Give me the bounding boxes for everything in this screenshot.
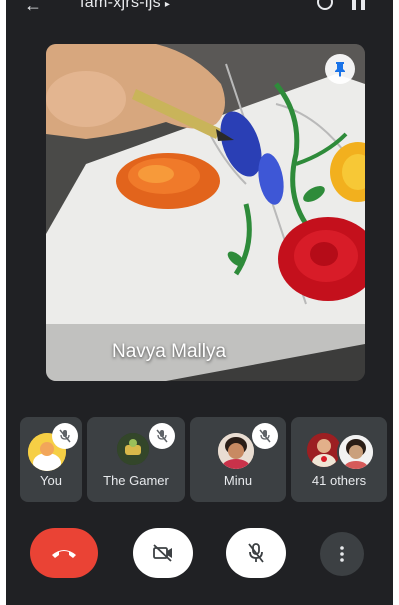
mic-toggle-button[interactable] — [226, 528, 286, 578]
muted-badge — [52, 423, 78, 449]
muted-badge — [252, 423, 278, 449]
muted-badge — [149, 423, 175, 449]
participant-tile-you[interactable]: You — [20, 417, 82, 502]
meeting-code-button[interactable]: fam-xjrs-ijs ▸ — [80, 0, 170, 12]
avatar-image — [218, 433, 254, 469]
mic-off-icon — [248, 543, 264, 563]
participant-name: 41 others — [311, 473, 367, 488]
avatar-image — [339, 435, 373, 469]
camera-off-icon — [153, 544, 172, 562]
shared-video-feed — [46, 44, 365, 381]
pin-button[interactable] — [325, 54, 355, 84]
chevron-right-icon: ▸ — [164, 0, 171, 10]
arrow-back-icon[interactable]: ← — [24, 0, 42, 14]
avatar-image — [307, 433, 341, 467]
meeting-code: fam-xjrs-ijs — [80, 0, 161, 11]
more-vert-icon — [340, 546, 344, 562]
main-video-tile[interactable]: Navya Mallya — [46, 44, 365, 381]
camera-toggle-button[interactable] — [133, 528, 193, 578]
participant-name: The Gamer — [103, 473, 169, 488]
mic-off-icon — [156, 429, 168, 443]
mic-off-icon — [59, 429, 71, 443]
participant-tile-minu[interactable]: Minu — [190, 417, 286, 502]
participant-tile-others[interactable]: 41 others — [291, 417, 387, 502]
participant-tile-the-gamer[interactable]: The Gamer — [87, 417, 185, 502]
end-call-icon — [52, 550, 76, 558]
more-options-button[interactable] — [320, 532, 364, 576]
call-controls — [6, 522, 393, 582]
presenter-name: Navya Mallya — [112, 341, 227, 362]
end-call-button[interactable] — [30, 528, 98, 578]
avatar — [117, 433, 149, 465]
pin-icon — [335, 62, 345, 77]
participant-strip: You The Gamer Minu 41 others — [20, 417, 393, 502]
avatar-image — [117, 433, 149, 465]
avatar — [337, 433, 375, 471]
avatar — [307, 433, 341, 467]
top-bar: ← fam-xjrs-ijs ▸ — [6, 0, 393, 22]
meet-screen: ← fam-xjrs-ijs ▸ Navya Mallya You The Ga… — [6, 0, 393, 605]
participant-name: Minu — [223, 473, 253, 488]
participant-name: You — [40, 473, 62, 488]
avatar — [218, 433, 254, 469]
switch-camera-icon[interactable] — [315, 0, 335, 12]
speaker-icon[interactable] — [349, 0, 369, 12]
mic-off-icon — [259, 429, 271, 443]
